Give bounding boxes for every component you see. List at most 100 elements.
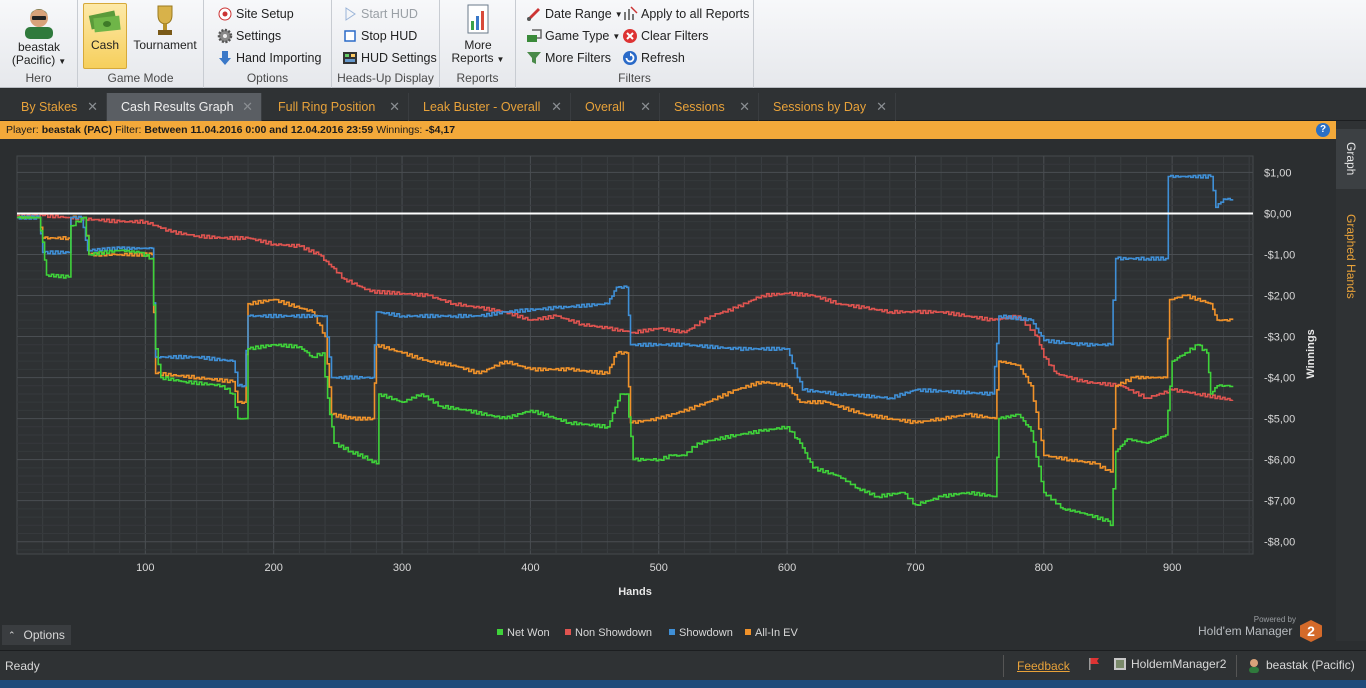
legend-swatch-non-showdown — [565, 629, 571, 635]
ribbon: beastak (Pacific) ▼ Hero Cash Tournament … — [0, 0, 1366, 88]
winnings-label: Winnings: — [376, 124, 423, 136]
chevron-down-icon: ▼ — [58, 57, 67, 66]
trophy-icon — [157, 5, 173, 35]
close-icon[interactable]: ✕ — [242, 99, 253, 115]
status-bar: Ready Feedback HoldemManager2 beastak (P… — [0, 650, 1366, 680]
more-reports-line1: More — [464, 38, 492, 52]
hero-button[interactable]: beastak (Pacific) ▼ — [8, 3, 70, 68]
cash-button[interactable]: Cash — [83, 3, 127, 69]
app-status[interactable]: HoldemManager2 — [1113, 657, 1226, 671]
side-tabs: Graph Graphed Hands — [1336, 121, 1366, 641]
y-tick-label: -$7,00 — [1264, 496, 1295, 508]
tab-by-stakes[interactable]: By Stakes ✕ — [7, 93, 107, 121]
hud-settings-label: HUD Settings — [361, 51, 437, 65]
hero-user: beastak — [17, 40, 61, 54]
date-range-button[interactable]: Date Range ▼ — [526, 4, 623, 24]
tab-sessions[interactable]: Sessions ✕ — [660, 93, 759, 121]
x-tick-label: 800 — [1035, 562, 1053, 574]
hand-importing-label: Hand Importing — [236, 51, 322, 65]
report-icon — [467, 4, 489, 34]
calendar-icon — [527, 8, 540, 21]
tab-label: Sessions — [674, 100, 725, 114]
game-mode-group: Cash Tournament Game Mode — [78, 0, 204, 88]
tab-label: Sessions by Day — [773, 100, 867, 114]
hud-settings-button[interactable]: HUD Settings — [342, 48, 437, 68]
hud-group-label: Heads-Up Display — [337, 71, 434, 85]
tab-overall[interactable]: Overall ✕ — [571, 93, 660, 121]
close-icon[interactable]: ✕ — [739, 99, 750, 115]
x-tick-label: 600 — [778, 562, 796, 574]
settings-label: Settings — [236, 29, 282, 43]
feedback-link[interactable]: Feedback — [1017, 659, 1070, 673]
date-range-label: Date Range — [545, 7, 612, 21]
y-tick-label: -$4,00 — [1264, 373, 1295, 385]
y-tick-label: -$3,00 — [1264, 332, 1295, 344]
side-tab-graphed-hands[interactable]: Graphed Hands — [1336, 201, 1366, 311]
avatar-icon — [1249, 659, 1259, 673]
filter-label: Filter: — [115, 124, 142, 136]
powered-by: Powered by Hold'em Manager — [1198, 615, 1296, 638]
tournament-button[interactable]: Tournament — [130, 3, 200, 52]
refresh-label: Refresh — [641, 51, 685, 65]
tab-cash-results-graph[interactable]: Cash Results Graph ✕ — [107, 93, 262, 121]
side-tab-graph[interactable]: Graph — [1336, 129, 1366, 189]
game-mode-group-label: Game Mode — [107, 71, 174, 85]
chevron-up-icon: ⌃ — [8, 629, 16, 640]
close-icon[interactable]: ✕ — [87, 99, 98, 115]
filter-info-bar: Player: beastak (PAC) Filter: Between 11… — [0, 121, 1336, 139]
brand-name: Hold'em Manager — [1198, 624, 1293, 638]
tab-full-ring-position[interactable]: Full Ring Position ✕ — [264, 93, 409, 121]
close-icon[interactable]: ✕ — [640, 99, 651, 115]
x-tick-label: 700 — [906, 562, 924, 574]
x-tick-label: 400 — [521, 562, 539, 574]
y-tick-label: -$6,00 — [1264, 455, 1295, 467]
app-icon — [1114, 658, 1126, 670]
options-group-label: Options — [246, 71, 289, 85]
windows-taskbar — [0, 680, 1366, 688]
winnings-value: -$4,17 — [425, 124, 456, 136]
hero-group-label: Hero — [25, 71, 52, 85]
tab-leak-buster-overall[interactable]: Leak Buster - Overall ✕ — [409, 93, 571, 121]
clear-filters-label: Clear Filters — [641, 29, 709, 43]
close-icon[interactable]: ✕ — [876, 99, 887, 115]
settings-button[interactable]: Settings — [217, 26, 281, 46]
divider — [1236, 655, 1237, 677]
legend-label-non-showdown: Non Showdown — [575, 627, 652, 639]
help-icon[interactable]: ? — [1316, 123, 1330, 137]
game-type-button[interactable]: Game Type ▼ — [526, 26, 620, 46]
apply-all-reports-button[interactable]: Apply to all Reports — [622, 4, 749, 24]
game-type-label: Game Type — [545, 29, 610, 43]
close-icon[interactable]: ✕ — [551, 99, 562, 115]
hand-importing-button[interactable]: Hand Importing — [217, 48, 321, 68]
hero-site: (Pacific) — [11, 53, 56, 67]
more-filters-button[interactable]: More Filters — [526, 48, 611, 68]
flag-status[interactable] — [1087, 657, 1101, 671]
tab-sessions-by-day[interactable]: Sessions by Day ✕ — [759, 93, 896, 121]
user-status[interactable]: beastak (Pacific) — [1246, 657, 1355, 673]
apply-all-icon — [624, 6, 638, 20]
refresh-button[interactable]: Refresh — [622, 48, 685, 68]
reports-group: More Reports ▼ Reports — [440, 0, 516, 88]
chart-legend: Net Won Non Showdown Showdown All-In EV — [497, 627, 798, 639]
start-hud-button[interactable]: Start HUD — [342, 4, 418, 24]
y-tick-label: $1,00 — [1264, 167, 1292, 179]
stop-hud-label: Stop HUD — [361, 29, 418, 43]
site-setup-label: Site Setup — [236, 7, 294, 21]
refresh-icon — [623, 51, 637, 65]
start-hud-label: Start HUD — [361, 7, 418, 21]
clear-filters-button[interactable]: Clear Filters — [622, 26, 708, 46]
legend-label-all-in-ev: All-In EV — [755, 627, 798, 639]
options-group: Site Setup Settings Hand Importing Optio… — [204, 0, 332, 88]
options-button[interactable]: ⌃ Options — [2, 625, 71, 645]
close-icon[interactable]: ✕ — [389, 99, 400, 115]
site-setup-button[interactable]: Site Setup — [217, 4, 294, 24]
powered-by-label: Powered by — [1253, 615, 1296, 624]
avatar-icon — [25, 9, 53, 39]
tab-label: Leak Buster - Overall — [423, 100, 541, 114]
user-name: beastak (Pacific) — [1266, 658, 1355, 672]
stop-hud-button[interactable]: Stop HUD — [342, 26, 417, 46]
more-reports-button[interactable]: More Reports ▼ — [448, 3, 508, 66]
legend-label-net-won: Net Won — [507, 627, 550, 639]
hero-group: beastak (Pacific) ▼ Hero — [0, 0, 78, 88]
more-reports-line2: Reports — [451, 51, 494, 65]
